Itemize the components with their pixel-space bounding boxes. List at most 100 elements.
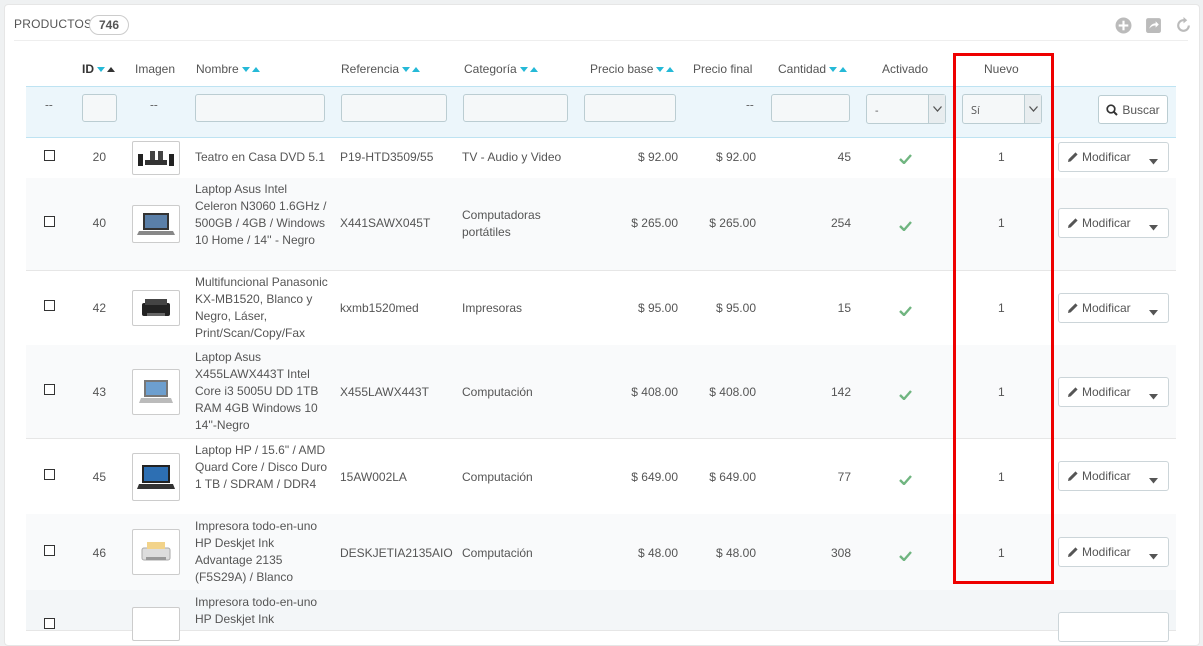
sort-arrows-icon[interactable] bbox=[519, 66, 539, 73]
col-base-price-label: Precio base bbox=[590, 62, 654, 76]
table-row: 45 Laptop HP / 15.6" / AMD Quard Core / … bbox=[26, 438, 1176, 515]
product-name: Impresora todo-en-uno HP Deskjet Ink bbox=[195, 595, 318, 626]
product-quantity: 308 bbox=[830, 546, 851, 560]
active-check-icon[interactable] bbox=[899, 151, 912, 168]
active-check-icon[interactable] bbox=[899, 303, 912, 320]
panel-header: PRODUCTOS 746 bbox=[14, 10, 1190, 41]
col-reference[interactable]: Referencia bbox=[341, 62, 421, 76]
modify-label: Modificar bbox=[1082, 301, 1131, 315]
export-icon[interactable] bbox=[1143, 15, 1164, 36]
active-check-icon[interactable] bbox=[899, 472, 912, 489]
product-thumbnail[interactable] bbox=[132, 141, 180, 175]
refresh-icon[interactable] bbox=[1173, 15, 1194, 36]
col-id[interactable]: ID bbox=[82, 62, 116, 76]
filter-active-value: - bbox=[875, 103, 879, 118]
row-select-checkbox[interactable] bbox=[44, 150, 55, 161]
laptop-image-icon bbox=[137, 213, 175, 235]
product-thumbnail[interactable] bbox=[132, 369, 180, 415]
table-row: 43 Laptop Asus X455LAWX443T Intel Core i… bbox=[26, 345, 1176, 439]
col-final-price: Precio final bbox=[693, 62, 753, 76]
sort-arrows-icon[interactable] bbox=[97, 66, 116, 73]
pencil-icon bbox=[1068, 152, 1078, 162]
printer-image-icon bbox=[141, 542, 171, 561]
modify-label: Modificar bbox=[1082, 150, 1131, 164]
filter-final-price-dash: -- bbox=[746, 96, 754, 113]
product-quantity: 254 bbox=[830, 216, 851, 230]
product-category: Impresoras bbox=[462, 301, 523, 315]
modify-button[interactable]: Modificar bbox=[1058, 208, 1169, 238]
active-check-icon[interactable] bbox=[899, 387, 912, 404]
modify-button[interactable] bbox=[1058, 612, 1169, 642]
active-check-icon[interactable] bbox=[899, 218, 912, 235]
product-final-price: $ 48.00 bbox=[715, 546, 756, 560]
col-base-price[interactable]: Precio base bbox=[590, 62, 675, 76]
filter-active-select[interactable]: - bbox=[866, 94, 946, 124]
filter-image-dash: -- bbox=[150, 96, 158, 113]
col-category[interactable]: Categoría bbox=[464, 62, 539, 76]
product-reference: X441SAWX045T bbox=[340, 216, 431, 230]
caret-down-icon[interactable] bbox=[1149, 220, 1158, 234]
pencil-icon bbox=[1068, 303, 1078, 313]
row-select-checkbox[interactable] bbox=[44, 216, 55, 227]
modify-button[interactable]: Modificar bbox=[1058, 142, 1169, 172]
product-name: Laptop Asus Intel Celeron N3060 1.6GHz /… bbox=[195, 182, 327, 247]
caret-down-icon[interactable] bbox=[1149, 305, 1158, 319]
product-final-price: $ 95.00 bbox=[715, 301, 756, 315]
modify-button[interactable]: Modificar bbox=[1058, 293, 1169, 323]
table-row: Impresora todo-en-uno HP Deskjet Ink bbox=[26, 590, 1176, 642]
product-thumbnail[interactable] bbox=[132, 205, 180, 243]
filter-base-price-input[interactable] bbox=[584, 94, 676, 122]
row-select-checkbox[interactable] bbox=[44, 300, 55, 311]
product-base-price: $ 95.00 bbox=[637, 301, 678, 315]
product-new-flag: 1 bbox=[998, 470, 1005, 484]
col-quantity-label: Cantidad bbox=[778, 62, 827, 76]
caret-down-icon[interactable] bbox=[1149, 389, 1158, 403]
filter-new-select[interactable]: Sí bbox=[962, 94, 1042, 124]
sort-arrows-icon[interactable] bbox=[402, 66, 421, 73]
product-quantity: 142 bbox=[830, 385, 851, 399]
filter-name-input[interactable] bbox=[195, 94, 325, 122]
product-reference: kxmb1520med bbox=[340, 301, 419, 315]
product-reference: X455LAWX443T bbox=[340, 385, 429, 399]
filter-quantity-input[interactable] bbox=[771, 94, 850, 122]
product-id: 20 bbox=[92, 150, 106, 164]
filter-id-input[interactable] bbox=[82, 94, 117, 122]
printer-image-icon bbox=[142, 299, 170, 316]
row-select-checkbox[interactable] bbox=[44, 545, 55, 556]
caret-down-icon[interactable] bbox=[1149, 473, 1158, 487]
product-reference: P19-HTD3509/55 bbox=[340, 150, 434, 164]
product-category: Computación bbox=[462, 385, 533, 399]
product-quantity: 45 bbox=[837, 150, 851, 164]
product-name: Multifuncional Panasonic KX-MB1520, Blan… bbox=[195, 275, 328, 340]
sort-arrows-icon[interactable] bbox=[241, 66, 261, 73]
col-name-label: Nombre bbox=[196, 62, 239, 76]
col-id-label: ID bbox=[82, 62, 94, 76]
product-id: 43 bbox=[92, 385, 106, 399]
active-check-icon[interactable] bbox=[899, 548, 912, 565]
caret-down-icon[interactable] bbox=[1149, 549, 1158, 563]
modify-button[interactable]: Modificar bbox=[1058, 537, 1169, 567]
search-button[interactable]: Buscar bbox=[1098, 95, 1168, 124]
sort-arrows-icon[interactable] bbox=[829, 66, 848, 73]
product-category: Computación bbox=[462, 470, 533, 484]
row-select-checkbox[interactable] bbox=[44, 469, 55, 480]
filter-new-value: Sí bbox=[971, 103, 980, 118]
col-name[interactable]: Nombre bbox=[196, 62, 261, 76]
filter-reference-input[interactable] bbox=[341, 94, 447, 122]
product-thumbnail[interactable] bbox=[132, 529, 180, 575]
row-select-checkbox[interactable] bbox=[44, 384, 55, 395]
caret-down-icon[interactable] bbox=[1149, 154, 1158, 168]
col-quantity[interactable]: Cantidad bbox=[778, 62, 848, 76]
modify-button[interactable]: Modificar bbox=[1058, 377, 1169, 407]
sort-arrows-icon[interactable] bbox=[656, 66, 675, 73]
product-thumbnail[interactable] bbox=[132, 607, 180, 641]
modify-button[interactable]: Modificar bbox=[1058, 461, 1169, 491]
pencil-icon bbox=[1068, 547, 1078, 557]
modify-label: Modificar bbox=[1082, 545, 1131, 559]
pencil-icon bbox=[1068, 218, 1078, 228]
product-thumbnail[interactable] bbox=[132, 453, 180, 501]
filter-category-input[interactable] bbox=[463, 94, 568, 122]
add-icon[interactable] bbox=[1113, 15, 1134, 36]
product-thumbnail[interactable] bbox=[132, 290, 180, 326]
product-new-flag: 1 bbox=[998, 385, 1005, 399]
